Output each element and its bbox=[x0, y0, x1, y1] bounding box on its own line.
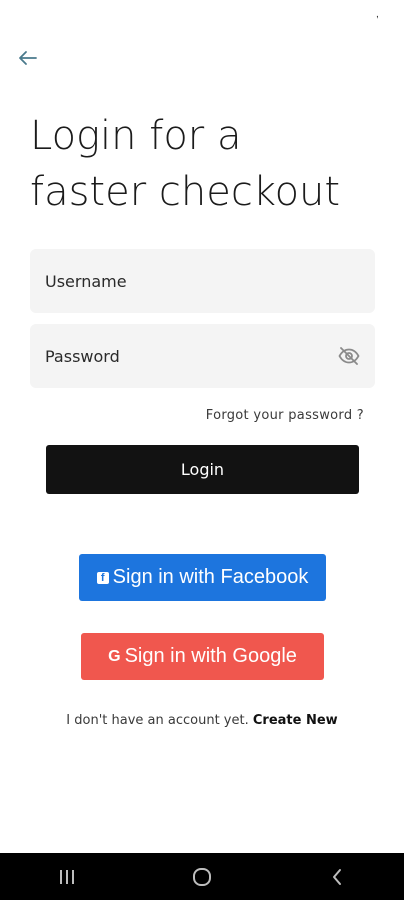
google-signin-button[interactable]: G Sign in with Google bbox=[81, 633, 324, 680]
password-visibility-toggle[interactable] bbox=[337, 344, 361, 368]
system-back-button[interactable] bbox=[317, 857, 357, 897]
login-screen: , Login for a faster checkout Forgot you… bbox=[0, 0, 404, 900]
status-indicator: , bbox=[376, 9, 379, 20]
username-input[interactable] bbox=[45, 271, 361, 291]
home-icon bbox=[192, 867, 211, 886]
google-icon: G bbox=[108, 647, 121, 665]
facebook-signin-button[interactable]: f Sign in with Facebook bbox=[79, 554, 326, 601]
title-line-1: Login for a bbox=[30, 113, 242, 159]
home-button[interactable] bbox=[182, 857, 222, 897]
password-input[interactable] bbox=[45, 346, 337, 366]
google-signin-label: Sign in with Google bbox=[124, 645, 297, 667]
signup-prompt: I don't have an account yet. Create New bbox=[0, 713, 404, 728]
back-button[interactable] bbox=[14, 46, 42, 70]
login-button[interactable]: Login bbox=[46, 445, 359, 494]
recent-apps-button[interactable] bbox=[47, 857, 87, 897]
eye-off-icon bbox=[338, 347, 360, 365]
system-navigation-bar bbox=[0, 853, 404, 900]
facebook-icon: f bbox=[96, 571, 109, 584]
username-field-container bbox=[30, 249, 375, 313]
back-chevron-icon bbox=[332, 868, 341, 885]
password-field-container bbox=[30, 324, 375, 388]
recent-apps-icon bbox=[60, 869, 75, 884]
facebook-signin-label: Sign in with Facebook bbox=[112, 566, 309, 588]
page-title: Login for a faster checkout bbox=[30, 108, 390, 220]
signup-prompt-text: I don't have an account yet. bbox=[66, 713, 249, 728]
create-account-link[interactable]: Create New bbox=[253, 713, 338, 728]
forgot-password-link[interactable]: Forgot your password ? bbox=[206, 408, 364, 423]
title-line-2: faster checkout bbox=[30, 169, 341, 215]
arrow-left-icon bbox=[19, 51, 37, 65]
